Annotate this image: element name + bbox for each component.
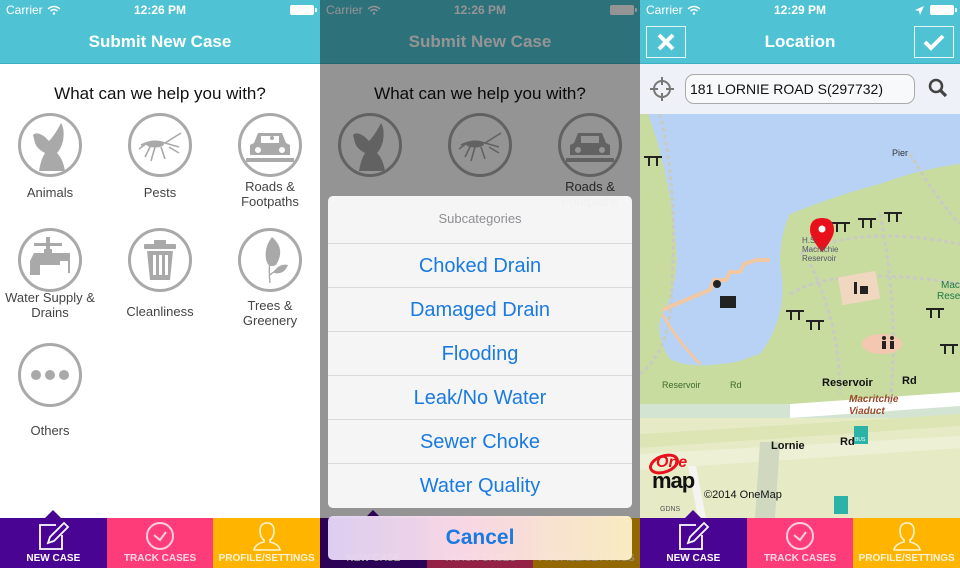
checkmark-icon (923, 34, 945, 51)
map-label-rd-right: Rd (902, 375, 917, 387)
crosshair-icon (650, 77, 674, 101)
wifi-icon (687, 5, 701, 15)
cancel-button[interactable]: Cancel (328, 516, 632, 560)
clock-icon (786, 522, 814, 550)
more-icon (31, 370, 69, 380)
subcategory-action-sheet: Subcategories Choked Drain Damaged Drain… (328, 196, 632, 508)
battery-icon (290, 5, 317, 15)
sheet-title: Subcategories (328, 196, 632, 244)
category-pests[interactable]: Pests (110, 113, 210, 200)
map-label-viaduct-2: Viaduct (849, 406, 885, 417)
submit-case-screen: Submit New Case Carrier 12:26 PM What ca… (0, 0, 320, 568)
map-label-hs: H.S. (802, 236, 818, 245)
category-roads[interactable]: Roads & Footpaths (220, 113, 320, 209)
page-title: Submit New Case (88, 32, 232, 51)
tab-bar: NEW CASE TRACK CASES PROFILE/SETTINGS (0, 510, 320, 568)
map-label-reservoir-rd: Reservoir (822, 377, 873, 389)
option-choked-drain[interactable]: Choked Drain (328, 244, 632, 288)
map-label-lornie-rd: Rd (840, 436, 855, 448)
map-label-gdns: GDNS (660, 506, 681, 513)
edit-icon (679, 521, 710, 550)
map-label-pier: Pier (892, 148, 909, 158)
tab-track-cases[interactable]: TRACK CASES (106, 518, 214, 568)
current-location-button[interactable] (650, 77, 674, 106)
car-icon (246, 133, 294, 162)
option-water-quality[interactable]: Water Quality (328, 464, 632, 508)
map-view[interactable]: Pier H.S. Macritchie Reservoir Mac Rese … (640, 114, 960, 518)
wifi-icon (47, 5, 61, 15)
clock: 12:29 PM (773, 3, 827, 17)
tab-new-case[interactable]: NEW CASE (0, 510, 107, 568)
prompt-heading: What can we help you with? (54, 84, 266, 103)
address-search-input[interactable] (685, 74, 915, 104)
bus-stop-icon: BUS (855, 437, 866, 443)
tab-track-cases[interactable]: TRACK CASES (746, 518, 854, 568)
status-bar: Carrier 12:26 PM (0, 0, 320, 20)
carrier-label: Carrier (646, 3, 683, 17)
clock-icon (146, 522, 174, 550)
confirm-button[interactable] (914, 26, 954, 58)
map-label-rese: Rese (937, 291, 960, 302)
edit-icon (39, 521, 70, 550)
person-icon (252, 522, 281, 551)
search-icon (928, 78, 948, 98)
option-leak-no-water[interactable]: Leak/No Water (328, 376, 632, 420)
option-sewer-choke[interactable]: Sewer Choke (328, 420, 632, 464)
category-water[interactable]: Water Supply & Drains (0, 228, 100, 320)
tab-profile-settings[interactable]: PROFILE/SETTINGS (853, 518, 960, 568)
carrier-label: Carrier (6, 3, 43, 17)
tab-bar: NEW CASE TRACK CASES PROFILE/SETTINGS (640, 510, 960, 568)
option-damaged-drain[interactable]: Damaged Drain (328, 288, 632, 332)
leaf-icon (265, 237, 288, 284)
battery-icon (930, 5, 957, 15)
map-label-rd-left: Rd (730, 380, 742, 390)
category-animals[interactable]: Animals (0, 113, 100, 200)
map-label-lornie: Lornie (771, 440, 805, 452)
faucet-icon (30, 237, 70, 275)
map-label-reservoir-name: Macritchie (802, 245, 839, 254)
category-others[interactable]: Others (0, 343, 100, 438)
subcategory-screen: Submit New Case Carrier 12:26 PM What ca… (320, 0, 640, 568)
mosquito-icon (138, 132, 182, 162)
location-services-icon (915, 5, 924, 15)
map-label-viaduct-1: Macritchie (849, 394, 899, 405)
map-label-reservoir: Reservoir (802, 254, 837, 263)
option-flooding[interactable]: Flooding (328, 332, 632, 376)
page-title: Location (764, 32, 836, 51)
category-cleanliness[interactable]: Cleanliness (110, 228, 210, 319)
search-bar (640, 64, 960, 114)
trash-icon (144, 240, 176, 280)
map-canvas (640, 114, 960, 518)
tab-profile-settings[interactable]: PROFILE/SETTINGS (213, 518, 320, 568)
map-copyright: ©2014 OneMap (704, 489, 782, 501)
tab-new-case[interactable]: NEW CASE (640, 510, 747, 568)
map-label-reservoir-rd-left: Reservoir (662, 380, 701, 390)
onemap-logo: map (652, 468, 695, 493)
person-icon (892, 522, 921, 551)
category-trees[interactable]: Trees & Greenery (220, 228, 320, 328)
clock: 12:26 PM (133, 3, 187, 17)
search-button[interactable] (928, 78, 948, 103)
map-label-mac: Mac (941, 280, 960, 291)
status-bar: Carrier 12:29 PM (640, 0, 960, 20)
dog-icon (33, 123, 65, 171)
location-screen: Location Carrier 12:29 PM 181 LORNIE ROA… (640, 0, 960, 568)
